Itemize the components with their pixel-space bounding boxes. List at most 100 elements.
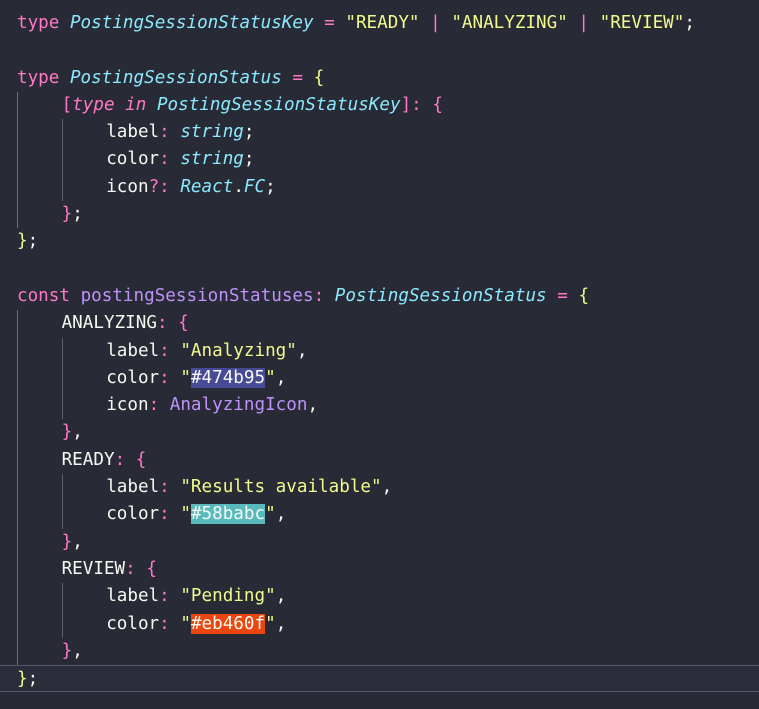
code-line-4[interactable]: [type in PostingSessionStatusKey]: { — [17, 91, 759, 120]
string-literal: "READY" — [345, 13, 420, 33]
quote: " — [265, 367, 276, 388]
code-line-21[interactable]: REVIEW: { — [17, 555, 759, 584]
brace: { — [135, 449, 147, 470]
semicolon: ; — [243, 149, 255, 170]
color-swatch-ready[interactable]: #58babc — [190, 504, 266, 525]
comma: , — [275, 613, 287, 634]
union-operator: | — [567, 13, 600, 33]
code-line-14[interactable]: color: "#474b95", — [17, 364, 759, 393]
comma: , — [307, 395, 319, 416]
code-line-22[interactable]: label: "Pending", — [17, 583, 759, 611]
semicolon: ; — [243, 122, 255, 143]
code-line-7[interactable]: icon?: React.FC; — [17, 173, 759, 202]
variable-name: postingSessionStatuses — [80, 285, 314, 306]
indent-guide — [61, 474, 107, 502]
indent-guide — [17, 446, 62, 475]
comma: , — [275, 504, 287, 525]
object-key: ANALYZING — [61, 313, 157, 334]
quote: " — [180, 613, 191, 634]
brace: } — [17, 669, 28, 690]
property-name: label — [106, 340, 160, 361]
indent-guide — [17, 119, 62, 147]
operator: = — [281, 67, 314, 88]
indent-guide — [17, 392, 62, 420]
indent-guide — [17, 201, 62, 229]
code-line-5[interactable]: label: string; — [17, 119, 759, 147]
quote: " — [265, 504, 276, 525]
semicolon: ; — [684, 13, 695, 33]
keyword-type: type — [17, 13, 60, 33]
code-line-23[interactable]: color: "#eb460f", — [17, 610, 759, 638]
code-line-3[interactable]: type PostingSessionStatus = { — [17, 65, 759, 92]
semicolon: ; — [265, 176, 276, 197]
code-line-8[interactable]: }; — [17, 201, 759, 229]
colon: : — [159, 504, 181, 525]
color-swatch-review[interactable]: #eb460f — [190, 613, 266, 634]
indent-guide — [17, 501, 62, 529]
indent-guide — [17, 146, 62, 174]
code-line-6[interactable]: color: string; — [17, 146, 759, 174]
brace: } — [61, 640, 73, 661]
colon: : — [114, 449, 136, 470]
keyword-type: type — [17, 67, 60, 88]
colon: : — [159, 613, 181, 634]
indent-guide — [61, 119, 107, 147]
union-operator: | — [419, 13, 452, 33]
code-line-9[interactable]: }; — [17, 228, 759, 255]
code-line-16[interactable]: }, — [17, 419, 759, 447]
semicolon: ; — [27, 669, 39, 690]
code-line-11[interactable]: const postingSessionStatuses: PostingSes… — [17, 283, 759, 310]
quote: " — [180, 367, 191, 388]
quote: " — [265, 613, 276, 634]
property-name: label — [106, 586, 160, 607]
code-editor[interactable]: type PostingSessionStatusKey = "READY" |… — [0, 0, 759, 709]
code-line-19[interactable]: color: "#58babc", — [17, 501, 759, 529]
brace: { — [432, 94, 443, 115]
bracket: [ — [61, 94, 73, 115]
colon: : — [148, 395, 170, 416]
code-line-10[interactable] — [17, 256, 759, 283]
colon: : — [159, 149, 181, 170]
colon: : — [159, 367, 181, 388]
code-line-12[interactable]: ANALYZING: { — [17, 310, 759, 338]
code-line-25-current[interactable]: }; — [0, 665, 759, 693]
comma: , — [72, 422, 83, 443]
code-line-20[interactable]: }, — [17, 528, 759, 556]
colon: : — [159, 340, 181, 361]
property-name: label — [106, 477, 160, 498]
code-line-2[interactable] — [17, 37, 759, 64]
keyword-in: in — [114, 94, 157, 115]
code-area[interactable]: type PostingSessionStatusKey = "READY" |… — [0, 10, 759, 693]
indent-guide — [17, 637, 62, 666]
code-line-17[interactable]: READY: { — [17, 446, 759, 475]
code-line-18[interactable]: label: "Results available", — [17, 474, 759, 502]
code-line-24[interactable]: }, — [17, 637, 759, 666]
indent-guide — [17, 610, 62, 638]
namespace-name: React — [180, 176, 234, 197]
operator: = — [313, 13, 346, 33]
property-name: color — [106, 149, 160, 170]
indent-guide — [17, 337, 62, 365]
indent-guide — [17, 91, 62, 120]
brace: { — [146, 558, 157, 579]
type-name: string — [180, 122, 244, 143]
color-swatch-analyzing[interactable]: #474b95 — [190, 367, 266, 388]
type-name: FC — [243, 176, 266, 197]
type-name: PostingSessionStatusKey — [156, 94, 401, 115]
brace: } — [17, 231, 28, 252]
indent-guide — [17, 364, 62, 393]
indent-guide — [61, 146, 107, 174]
indent-guide — [61, 610, 107, 638]
code-line-13[interactable]: label: "Analyzing", — [17, 337, 759, 365]
indent-guide — [61, 364, 107, 393]
indent-guide — [61, 583, 107, 611]
indent-guide — [17, 528, 62, 556]
string-literal: "Results available" — [180, 477, 382, 498]
type-name: string — [180, 149, 244, 170]
object-key: REVIEW — [61, 558, 126, 579]
indent-guide — [61, 173, 107, 202]
code-line-1[interactable]: type PostingSessionStatusKey = "READY" |… — [17, 10, 759, 37]
indent-guide — [61, 392, 107, 420]
code-line-15[interactable]: icon: AnalyzingIcon, — [17, 392, 759, 420]
